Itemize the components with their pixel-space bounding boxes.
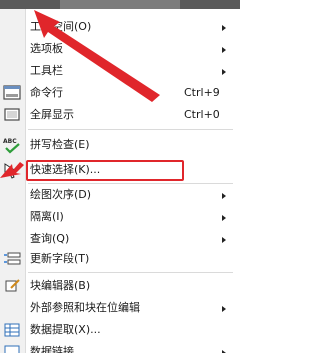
menu-item-label: 查询(Q) (30, 232, 70, 245)
menu-item-fullscreen[interactable]: 全屏显示 Ctrl+0 (0, 104, 240, 126)
menu-item-xref-edit[interactable]: 外部参照和块在位编辑 (0, 297, 240, 319)
submenu-arrow-icon (222, 25, 226, 31)
menu-item-data-extraction[interactable]: 数据提取(X)... (0, 319, 240, 341)
menu-item-label: 更新字段(T) (30, 252, 90, 265)
menu-item-label: 数据链接 (30, 345, 74, 353)
menu-item-label: 拼写检查(E) (30, 138, 90, 151)
menu-item-draw-order[interactable]: 绘图次序(D) (0, 184, 240, 206)
tools-dropdown-menu: 工作空间(O) 选项板 工具栏 命令行 Ctrl+9 全屏显示 Ctrl+0 A… (0, 0, 240, 353)
menu-item-block-editor[interactable]: 块编辑器(B) (0, 275, 240, 297)
menu-item-shortcut: Ctrl+9 (184, 86, 220, 99)
menu-item-spell-check[interactable]: ABC 拼写检查(E) (0, 134, 240, 156)
command-line-icon (2, 84, 22, 102)
menu-item-label: 外部参照和块在位编辑 (30, 301, 140, 314)
fullscreen-icon (2, 106, 22, 124)
menu-item-command-line[interactable]: 命令行 Ctrl+9 (0, 82, 240, 104)
update-fields-icon (2, 250, 22, 268)
submenu-arrow-icon (222, 47, 226, 53)
data-links-icon (2, 342, 22, 353)
menu-item-label: 隔离(I) (30, 210, 64, 223)
submenu-arrow-icon (222, 306, 226, 312)
menu-item-label: 数据提取(X)... (30, 323, 101, 336)
block-editor-icon (2, 276, 22, 294)
menu-item-update-fields[interactable]: 更新字段(T) (0, 248, 240, 270)
menu-item-workspace[interactable]: 工作空间(O) (0, 16, 240, 38)
submenu-arrow-icon (222, 193, 226, 199)
submenu-arrow-icon (222, 215, 226, 221)
quick-select-icon (2, 160, 22, 179)
red-highlight-box (26, 160, 184, 181)
menu-item-toolbars[interactable]: 工具栏 (0, 60, 240, 82)
spell-check-icon: ABC (2, 135, 22, 154)
menu-item-label: 块编辑器(B) (30, 279, 91, 292)
abc-label: ABC (3, 138, 17, 145)
menu-item-shortcut: Ctrl+0 (184, 108, 220, 121)
menu-item-label: 绘图次序(D) (30, 188, 92, 201)
menu-item-label: 选项板 (30, 42, 63, 55)
menu-item-label: 命令行 (30, 86, 63, 99)
menu-item-label: 工具栏 (30, 64, 63, 77)
menu-bar-highlight (60, 0, 180, 9)
menu-item-data-links[interactable]: 数据链接 (0, 341, 240, 353)
data-extraction-icon (2, 320, 22, 338)
menu-item-label: 全屏显示 (30, 108, 74, 121)
menu-separator (28, 129, 233, 130)
menu-item-isolate[interactable]: 隔离(I) (0, 206, 240, 228)
menu-separator (28, 272, 233, 273)
menu-item-label: 工作空间(O) (30, 20, 92, 33)
menu-item-palettes[interactable]: 选项板 (0, 38, 240, 60)
submenu-arrow-icon (222, 69, 226, 75)
submenu-arrow-icon (222, 237, 226, 243)
menu-item-inquiry[interactable]: 查询(Q) (0, 228, 240, 250)
